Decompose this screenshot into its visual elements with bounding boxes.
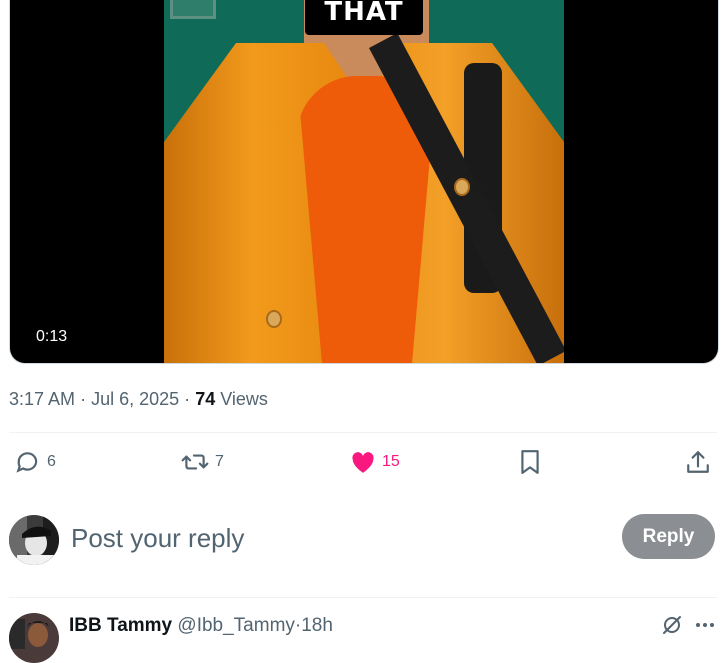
jacket-button bbox=[266, 310, 282, 328]
my-avatar[interactable] bbox=[9, 515, 59, 565]
video-frame: THAT bbox=[164, 0, 564, 363]
bookmark-icon bbox=[519, 449, 541, 475]
repost-icon bbox=[181, 449, 209, 475]
reply-header: IBB Tammy @Ibb_Tammy·18h bbox=[69, 614, 333, 638]
heart-icon bbox=[350, 450, 376, 474]
like-count: 15 bbox=[382, 453, 400, 470]
meta-separator: · bbox=[80, 389, 87, 409]
post-meta: 3:17 AM · Jul 6, 2025 · 74 Views bbox=[9, 388, 268, 410]
divider bbox=[9, 432, 717, 433]
bookmark-action[interactable] bbox=[519, 447, 541, 477]
views-label: Views bbox=[220, 389, 268, 409]
reply-action[interactable]: 6 bbox=[15, 447, 56, 477]
divider bbox=[9, 597, 717, 598]
video-duration: 0:13 bbox=[36, 328, 68, 345]
repost-action[interactable]: 7 bbox=[181, 447, 224, 477]
video-caption: THAT bbox=[324, 0, 404, 27]
reply-display-name[interactable]: IBB Tammy bbox=[69, 615, 172, 636]
video-caption-box: THAT bbox=[305, 0, 423, 35]
meta-separator: · bbox=[184, 389, 191, 409]
post-date[interactable]: Jul 6, 2025 bbox=[91, 389, 179, 409]
reply-handle[interactable]: @Ibb_Tammy bbox=[177, 615, 295, 636]
grok-icon[interactable] bbox=[661, 614, 683, 641]
more-options-icon[interactable] bbox=[695, 617, 715, 638]
reply-input[interactable] bbox=[71, 521, 491, 555]
reply-time[interactable]: 18h bbox=[301, 615, 333, 636]
like-action[interactable]: 15 bbox=[350, 447, 400, 477]
reply-count: 6 bbox=[47, 453, 56, 470]
share-action[interactable] bbox=[686, 447, 710, 477]
comment-icon bbox=[15, 449, 41, 475]
share-icon bbox=[686, 449, 710, 475]
video-player[interactable]: THAT 0:13 bbox=[9, 0, 719, 364]
reply-button[interactable]: Reply bbox=[622, 514, 715, 559]
reply-author-avatar[interactable] bbox=[9, 613, 59, 663]
jacket-button bbox=[454, 178, 470, 196]
wall-sign bbox=[170, 0, 216, 19]
views-count: 74 bbox=[195, 389, 216, 409]
post-time[interactable]: 3:17 AM bbox=[9, 389, 75, 409]
repost-count: 7 bbox=[215, 453, 224, 470]
